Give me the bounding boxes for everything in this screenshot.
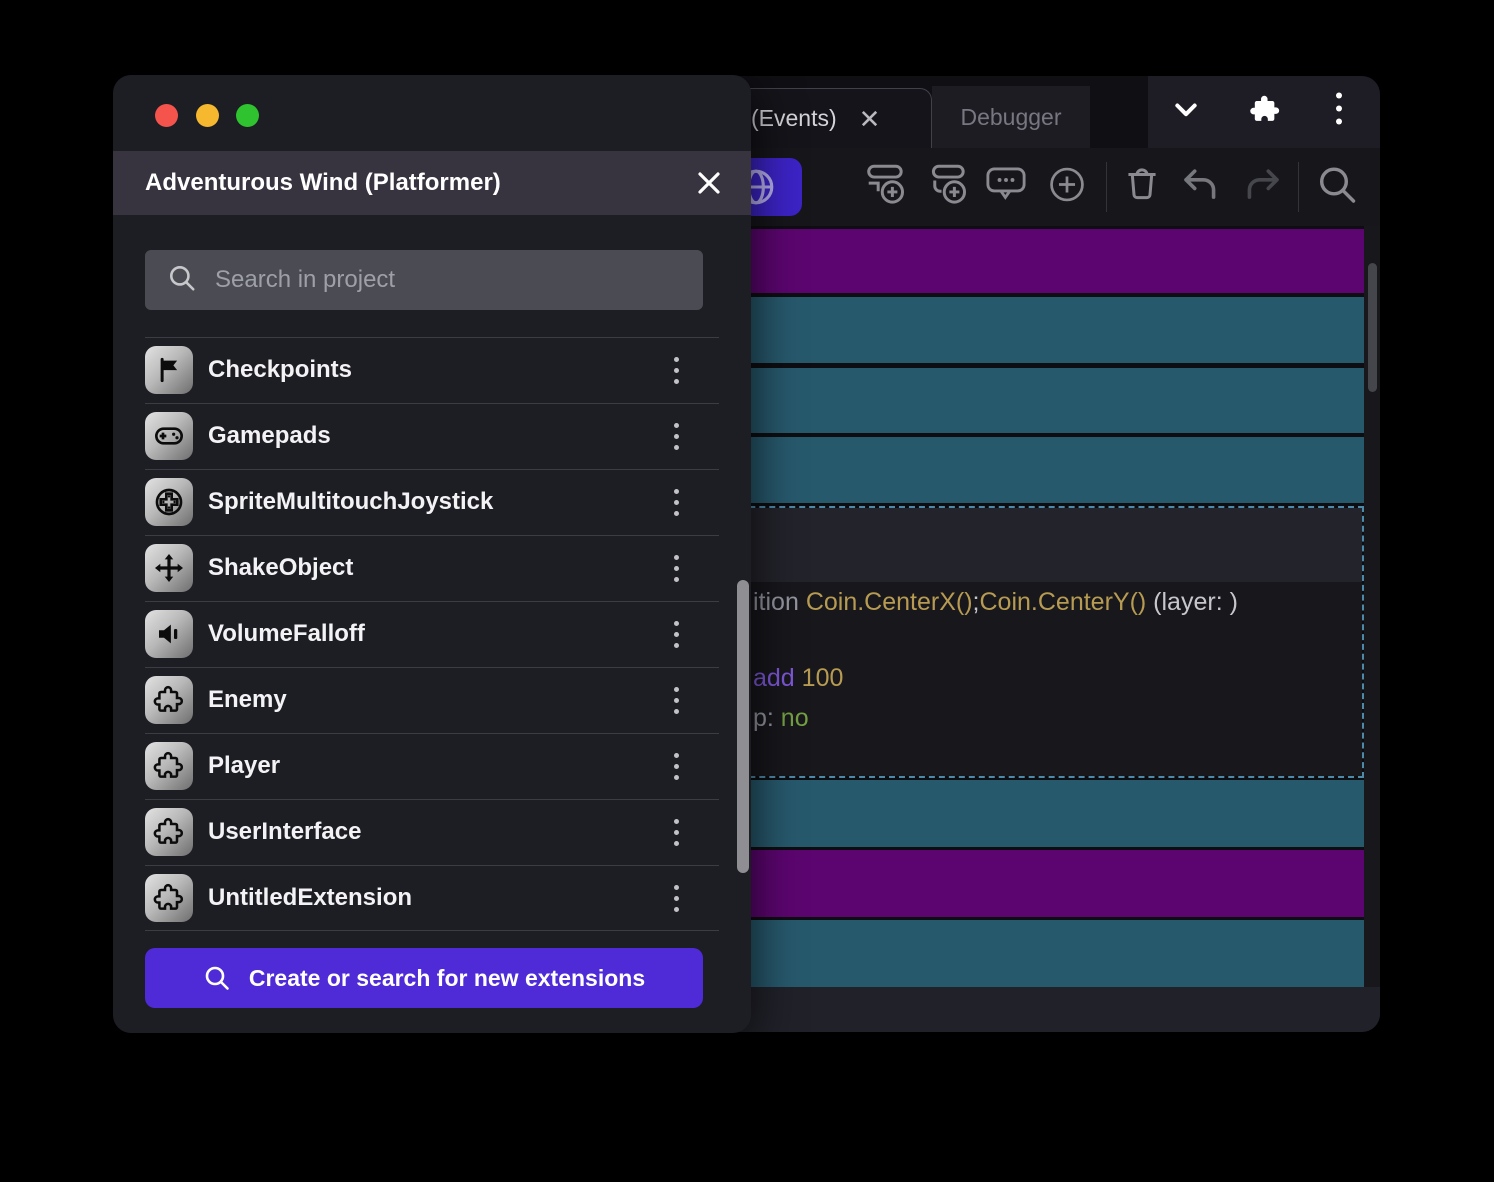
move-arrows-icon xyxy=(145,544,193,592)
item-menu-button[interactable] xyxy=(658,865,694,931)
item-menu-button[interactable] xyxy=(658,601,694,667)
dialog-title: Adventurous Wind (Platformer) xyxy=(145,169,501,196)
item-menu-button[interactable] xyxy=(658,535,694,601)
event-code-line: add 100 xyxy=(753,664,843,694)
list-item[interactable]: VolumeFalloff xyxy=(113,601,751,667)
list-item[interactable]: UserInterface xyxy=(113,799,751,865)
code-segment: ; xyxy=(972,588,980,616)
redo-icon[interactable] xyxy=(1240,163,1284,212)
events-scrollbar[interactable] xyxy=(1368,263,1377,392)
project-manager-dialog: Adventurous Wind (Platformer) Checkpoint… xyxy=(113,75,751,1033)
gamepad-icon xyxy=(145,412,193,460)
search-icon xyxy=(167,263,197,298)
add-subevent-icon[interactable] xyxy=(928,162,974,213)
event-code-line: ition Coin.CenterX();Coin.CenterY() (lay… xyxy=(753,588,1238,618)
speaker-icon xyxy=(145,610,193,658)
toolbar-divider xyxy=(1298,162,1299,212)
tab-debugger-label: Debugger xyxy=(960,103,1062,130)
add-event-icon[interactable] xyxy=(866,162,912,213)
item-menu-button[interactable] xyxy=(658,733,694,799)
kebab-menu-icon[interactable] xyxy=(1334,90,1344,135)
macos-titlebar xyxy=(113,75,751,151)
event-code-line: p: no xyxy=(753,704,809,734)
chevron-down-icon[interactable] xyxy=(1170,94,1202,131)
window-controls xyxy=(1148,76,1380,148)
code-segment: p: xyxy=(753,704,781,732)
tab-debugger[interactable]: Debugger xyxy=(932,86,1090,148)
item-menu-button[interactable] xyxy=(658,469,694,535)
item-menu-button[interactable] xyxy=(658,403,694,469)
dialog-header: Adventurous Wind (Platformer) xyxy=(113,151,751,215)
add-comment-icon[interactable] xyxy=(984,163,1028,212)
delete-icon[interactable] xyxy=(1122,165,1162,210)
list-item[interactable]: Enemy xyxy=(113,667,751,733)
screen: (Events) ✕ Debugger ition Coin.CenterX()… xyxy=(0,0,1494,1182)
puzzle-icon xyxy=(145,874,193,922)
extension-list: Checkpoints Gamepads SpriteMultitouchJoyst… xyxy=(113,337,751,931)
modal-scrollbar[interactable] xyxy=(737,580,749,873)
undo-icon[interactable] xyxy=(1179,163,1223,212)
list-item[interactable]: SpriteMultitouchJoystick xyxy=(113,469,751,535)
create-extension-button[interactable]: Create or search for new extensions xyxy=(145,948,703,1008)
list-item[interactable]: Player xyxy=(113,733,751,799)
close-tab-icon[interactable]: ✕ xyxy=(859,106,881,132)
code-segment: 100 xyxy=(801,664,844,692)
close-window-button[interactable] xyxy=(155,104,178,127)
code-segment: no xyxy=(780,704,809,732)
list-item[interactable]: Checkpoints xyxy=(113,337,751,403)
item-menu-button[interactable] xyxy=(658,799,694,865)
list-item[interactable]: UntitledExtension xyxy=(113,865,751,931)
toolbar-divider xyxy=(1106,162,1107,212)
puzzle-icon xyxy=(145,808,193,856)
code-segment: ition xyxy=(753,588,806,616)
puzzle-icon xyxy=(145,676,193,724)
tab-events[interactable]: (Events) ✕ xyxy=(720,88,932,148)
code-segment: Coin.CenterY() xyxy=(979,588,1147,616)
item-menu-button[interactable] xyxy=(658,667,694,733)
list-item[interactable]: ShakeObject xyxy=(113,535,751,601)
item-menu-button[interactable] xyxy=(658,337,694,403)
list-item[interactable]: Gamepads xyxy=(113,403,751,469)
create-extension-label: Create or search for new extensions xyxy=(248,964,646,991)
extensions-puzzle-icon[interactable] xyxy=(1248,93,1282,132)
flag-icon xyxy=(145,346,193,394)
search-events-icon[interactable] xyxy=(1316,164,1358,211)
code-segment: (layer: ) xyxy=(1146,588,1238,616)
search-icon xyxy=(203,964,231,992)
code-segment: add xyxy=(753,664,802,692)
search-input[interactable] xyxy=(213,265,685,295)
search-field[interactable] xyxy=(145,250,703,310)
zoom-window-button[interactable] xyxy=(236,104,259,127)
code-segment: Coin.CenterX() xyxy=(805,588,973,616)
close-dialog-icon[interactable] xyxy=(695,169,723,197)
joystick-icon xyxy=(145,478,193,526)
tab-events-label: (Events) xyxy=(751,105,837,131)
puzzle-icon xyxy=(145,742,193,790)
minimize-window-button[interactable] xyxy=(196,104,219,127)
add-circle-icon[interactable] xyxy=(1046,164,1088,211)
